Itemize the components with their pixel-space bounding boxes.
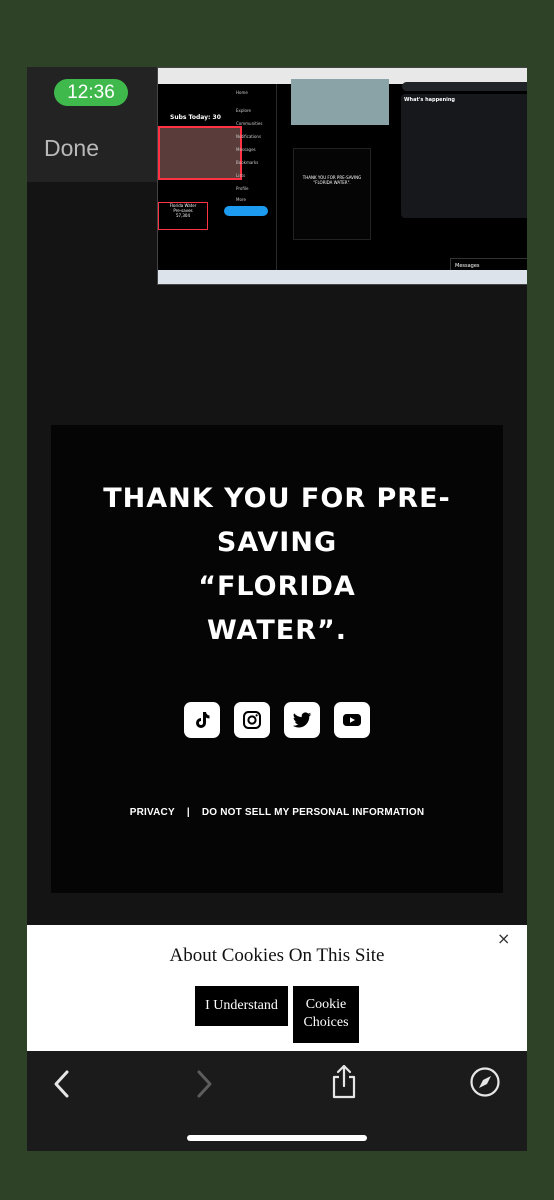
share-icon[interactable] [330, 1064, 358, 1100]
nav-bookmarks: Bookmarks [236, 160, 259, 165]
subs-counter: Subs Today: 30 [170, 114, 221, 121]
forward-icon[interactable] [193, 1069, 215, 1099]
presave-count: 57,304 [176, 213, 190, 218]
nav-explore: Explore [236, 108, 252, 113]
windows-taskbar [158, 270, 527, 284]
home-indicator [187, 1135, 367, 1141]
feed-post-text: THANK YOU FOR PRE-SAVING "FLORIDA WATER"… [302, 175, 362, 185]
cookie-choices-line1: Cookie [305, 997, 347, 1012]
i-understand-button[interactable]: I Understand [195, 986, 288, 1026]
twitter-link[interactable] [284, 702, 320, 738]
do-not-sell-link[interactable]: DO NOT SELL MY PERSONAL INFORMATION [202, 807, 424, 818]
twitter-icon [292, 712, 312, 728]
feed-post-card: THANK YOU FOR PRE-SAVING "FLORIDA WATER"… [293, 148, 371, 240]
status-time: 12:36 [54, 79, 128, 106]
headline-line: “FLORIDA [198, 571, 356, 602]
feed-image [291, 79, 389, 125]
headline: THANK YOU FOR PRE- SAVING “FLORIDA WATER… [51, 477, 503, 653]
headline-line: THANK YOU FOR PRE- [103, 483, 451, 514]
nav-more: More [236, 197, 246, 202]
tweet-button [224, 206, 268, 216]
nav-home: Home [236, 90, 248, 95]
pip-screenshot[interactable]: Subs Today: 30 Home Explore Communities … [157, 67, 527, 285]
nav-lists: Lists [236, 173, 246, 178]
twitter-search [402, 82, 527, 91]
whats-happening-panel: What's happening [401, 94, 527, 218]
webcam-feed [158, 126, 242, 180]
privacy-link[interactable]: PRIVACY [130, 807, 175, 818]
tiktok-icon [196, 712, 210, 728]
headline-line: WATER”. [206, 615, 348, 646]
done-button[interactable]: Done [44, 135, 99, 162]
messages-label: Messages [455, 263, 480, 269]
browser-toolbar [27, 1051, 527, 1151]
cookie-choices-line2: Choices [303, 1015, 349, 1030]
link-separator: | [186, 807, 190, 818]
instagram-icon [243, 711, 261, 729]
instagram-link[interactable] [234, 702, 270, 738]
twitter-sidebar: Subs Today: 30 Home Explore Communities … [158, 84, 276, 270]
nav-communities: Communities [236, 121, 263, 126]
nav-profile: Profile [236, 186, 249, 191]
nav-messages: Messages [236, 147, 256, 152]
nav-notifications: Notifications [236, 134, 262, 139]
footer-links: PRIVACY | DO NOT SELL MY PERSONAL INFORMAT… [51, 807, 503, 818]
phone-screen: 12:36 Done Subs Today: 30 Home Explore C… [27, 67, 527, 1151]
cookie-title: About Cookies On This Site [169, 945, 385, 966]
tiktok-link[interactable] [184, 702, 220, 738]
back-icon[interactable] [51, 1069, 73, 1099]
cookie-banner: × About Cookies On This Site I Understan… [27, 925, 527, 1051]
presave-box: Florida Water Pre-saves 57,304 [158, 202, 208, 230]
cookie-choices-button[interactable]: Cookie Choices [293, 986, 359, 1043]
youtube-link[interactable] [334, 702, 370, 738]
headline-line: SAVING [216, 527, 338, 558]
whats-happening-title: What's happening [404, 97, 455, 103]
youtube-icon [343, 714, 361, 726]
compass-icon[interactable] [469, 1066, 501, 1098]
